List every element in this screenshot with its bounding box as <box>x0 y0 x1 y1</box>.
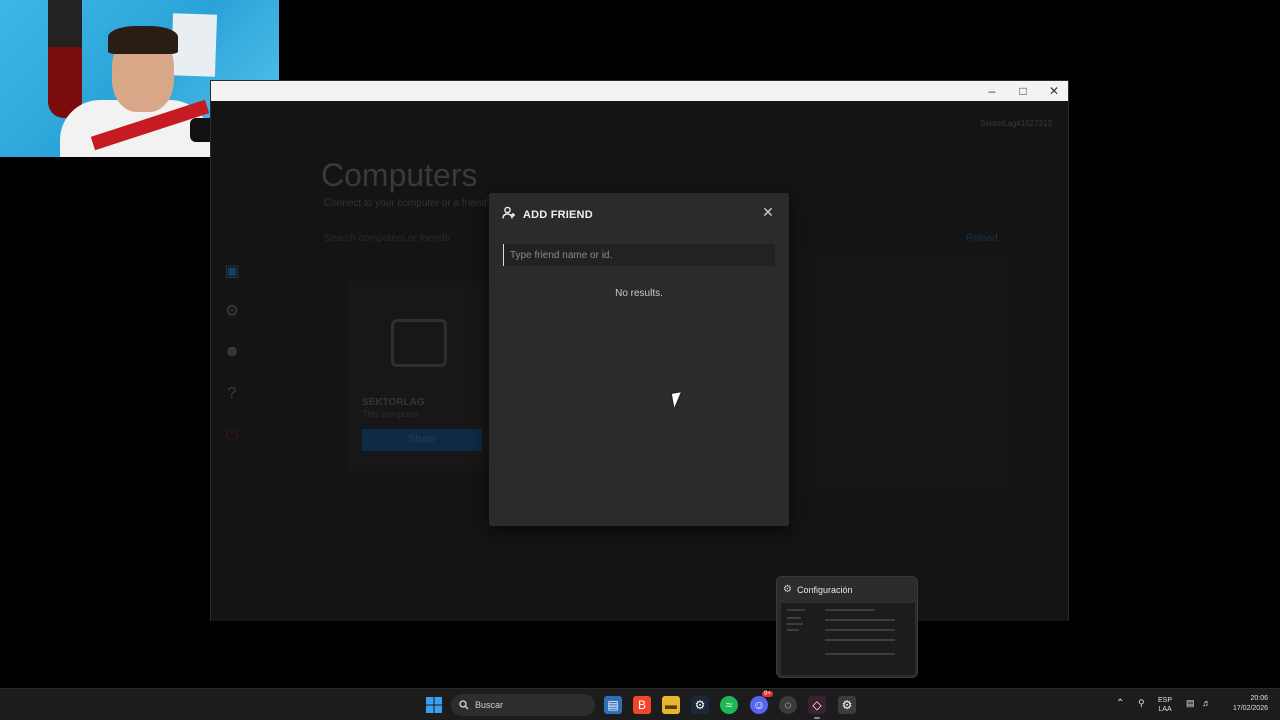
brave-icon[interactable]: B <box>633 696 651 714</box>
discord-icon[interactable]: ☺ <box>750 696 768 714</box>
taskbar: Buscar ▤ B ▬ ⚙ ≈ ☺ 9+ ◌ ◇ ⚙ ⌃ ⚲ ESP LAA … <box>0 688 1280 720</box>
network-icon[interactable]: ▤ <box>1186 699 1195 708</box>
page-subtitle: Connect to your computer or a friend's <box>324 198 494 209</box>
settings-gear-icon: ⚙ <box>783 584 792 595</box>
microphone-icon[interactable]: ⚲ <box>1138 699 1145 708</box>
help-nav-icon[interactable]: ? <box>223 385 241 403</box>
modal-header: ADD FRIEND <box>502 206 593 225</box>
desktop: – □ ✕ ▣ ⚙ ☻ ? ⏻ SektorLag#1527213 Comput… <box>0 0 1280 688</box>
settings-icon[interactable]: ⚙ <box>838 696 856 714</box>
guitar <box>48 0 82 118</box>
window-titlebar[interactable]: – □ ✕ <box>211 81 1068 101</box>
modal-title: ADD FRIEND <box>523 209 593 221</box>
lang-layout: LAA <box>1158 706 1172 713</box>
close-icon[interactable]: ✕ <box>761 205 775 219</box>
language-indicator[interactable]: ESP LAA <box>1158 696 1172 714</box>
task-view-icon[interactable]: ▤ <box>604 696 622 714</box>
taskbar-preview[interactable]: ⚙ Configuración <box>776 576 918 678</box>
discord-badge: 9+ <box>762 691 773 697</box>
steam-icon[interactable]: ⚙ <box>691 696 709 714</box>
active-indicator <box>814 717 820 719</box>
nav-rail: ▣ ⚙ ☻ ? ⏻ <box>211 101 255 621</box>
computer-card[interactable]: SEKTORLAG This computer Share <box>349 281 489 471</box>
computers-search[interactable]: Search computers or friends <box>324 233 450 244</box>
person-hair <box>108 26 178 54</box>
share-button[interactable]: Share <box>362 429 482 451</box>
chevron-up-icon[interactable]: ⌃ <box>1116 699 1124 709</box>
add-user-icon <box>502 206 516 225</box>
file-explorer-icon[interactable]: ▬ <box>662 696 680 714</box>
parsec-icon[interactable]: ◇ <box>808 696 826 714</box>
reload-link[interactable]: Reload <box>966 233 998 244</box>
clock-date: 17/02/2026 <box>1232 705 1268 712</box>
volume-icon[interactable]: ♬ <box>1202 699 1211 708</box>
computer-sub: This computer <box>362 409 420 419</box>
friends-nav-icon[interactable]: ☻ <box>223 343 241 361</box>
preview-header: ⚙ Configuración <box>783 584 853 595</box>
preview-thumbnail <box>781 603 915 675</box>
clock-time: 20:06 <box>1250 695 1268 702</box>
taskbar-search[interactable]: Buscar <box>451 694 595 716</box>
close-window-button[interactable]: ✕ <box>1039 81 1069 101</box>
computer-nav-icon[interactable]: ▣ <box>223 263 241 281</box>
page-title: Computers <box>321 157 478 193</box>
lang-code: ESP <box>1158 697 1173 704</box>
search-icon <box>459 700 469 710</box>
friend-search-input[interactable] <box>503 244 775 266</box>
minimize-button[interactable]: – <box>977 81 1007 101</box>
computer-name: SEKTORLAG <box>362 397 425 408</box>
computer-icon <box>391 319 447 367</box>
windows-start-icon[interactable] <box>425 696 443 714</box>
preview-title: Configuración <box>796 584 853 595</box>
add-friend-modal: ADD FRIEND ✕ No results. <box>489 193 789 526</box>
chrome-icon[interactable]: ◌ <box>779 696 797 714</box>
account-label[interactable]: SektorLag#1527213 <box>980 119 1052 128</box>
spotify-icon[interactable]: ≈ <box>720 696 738 714</box>
search-label: Buscar <box>475 700 504 710</box>
gear-nav-icon[interactable]: ⚙ <box>223 303 241 321</box>
no-results-text: No results. <box>615 288 663 299</box>
system-clock[interactable]: 20:06 17/02/2026 <box>1233 694 1268 714</box>
logout-nav-icon[interactable]: ⏻ <box>223 427 241 445</box>
maximize-button[interactable]: □ <box>1008 81 1038 101</box>
